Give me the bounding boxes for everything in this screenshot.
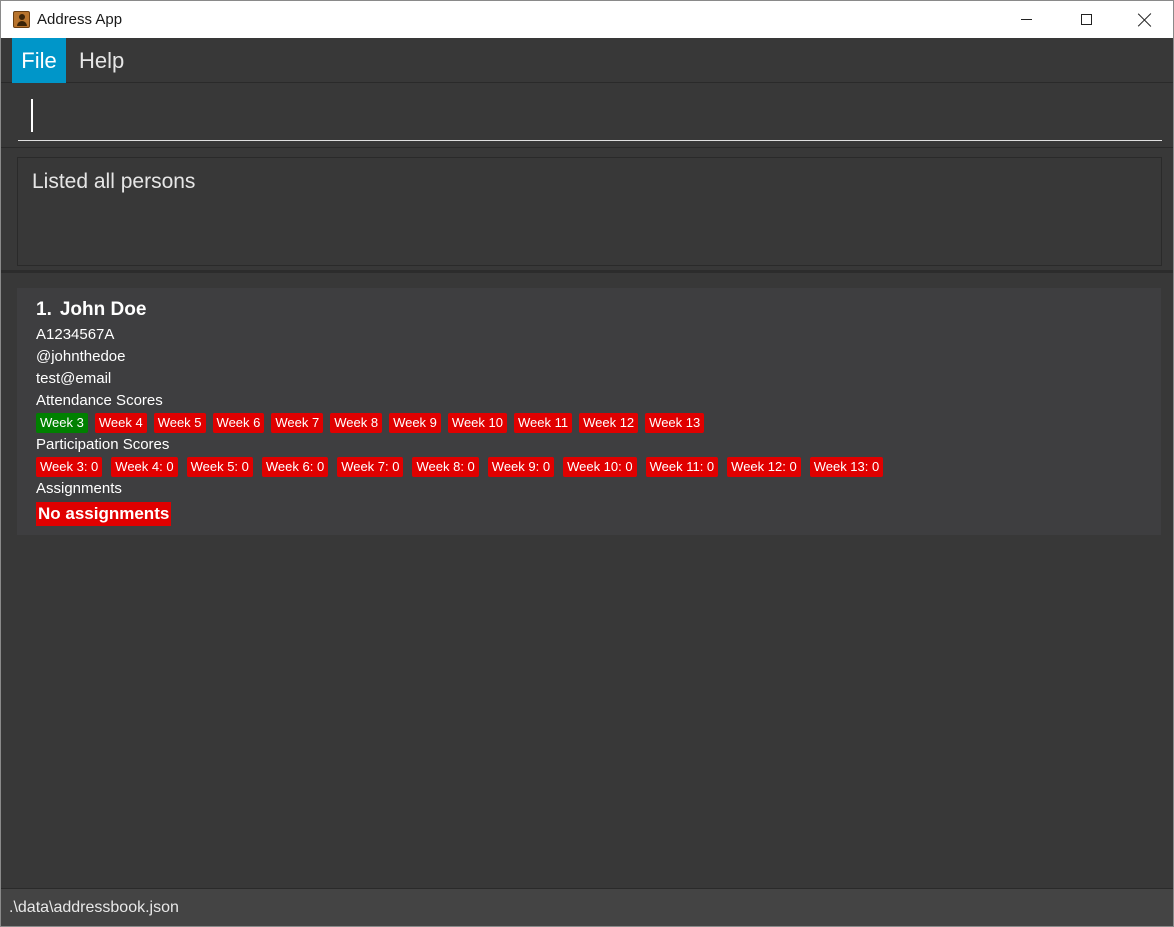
- app-window: Address App File Help Listed all persons…: [0, 0, 1174, 927]
- status-bar: .\data\addressbook.json: [1, 888, 1173, 926]
- attendance-tag: Week 12: [579, 413, 639, 433]
- person-list[interactable]: 1. John Doe A1234567A @johnthedoe test@em…: [1, 276, 1173, 888]
- result-display-panel: Listed all persons: [1, 149, 1173, 273]
- result-message: Listed all persons: [32, 170, 196, 193]
- attendance-tag: Week 10: [447, 413, 507, 433]
- result-display[interactable]: Listed all persons: [17, 157, 1162, 266]
- no-assignments-badge: No assignments: [36, 502, 172, 526]
- maximize-icon: [1080, 14, 1092, 25]
- menu-file[interactable]: File: [12, 38, 66, 83]
- participation-tag: Week 7: 0: [337, 457, 404, 477]
- participation-tag: Week 12: 0: [727, 457, 801, 477]
- assignments-label: Assignments: [36, 480, 122, 497]
- title-bar[interactable]: Address App: [1, 1, 1173, 38]
- person-name: John Doe: [59, 299, 147, 320]
- person-email: test@email: [36, 370, 112, 387]
- person-index: 1.: [36, 299, 52, 320]
- attendance-tag: Week 8: [330, 413, 383, 433]
- participation-tag: Week 10: 0: [563, 457, 637, 477]
- data-file-path: .\data\addressbook.json: [9, 899, 179, 916]
- attendance-tags: Week 3 Week 4 Week 5 Week 6 Week 7 Week …: [36, 412, 883, 434]
- command-box: [1, 84, 1173, 148]
- participation-tag: Week 13: 0: [809, 457, 884, 477]
- person-card[interactable]: 1. John Doe A1234567A @johnthedoe test@em…: [17, 288, 1161, 535]
- attendance-tag: Week 11: [513, 413, 573, 433]
- menu-bar: File Help: [1, 38, 1173, 83]
- participation-tag: Week 3: 0: [36, 457, 103, 477]
- attendance-tag: Week 7: [271, 413, 324, 433]
- maximize-button[interactable]: [1057, 1, 1115, 38]
- person-telegram: @johnthedoe: [36, 348, 126, 365]
- participation-tags: Week 3: 0 Week 4: 0 Week 5: 0 Week 6: 0 …: [36, 456, 884, 478]
- participation-tag: Week 5: 0: [186, 457, 253, 477]
- menu-help[interactable]: Help: [69, 38, 134, 83]
- person-student-id: A1234567A: [36, 326, 115, 343]
- attendance-label: Attendance Scores: [36, 392, 163, 409]
- window-title: Address App: [37, 11, 123, 28]
- close-button[interactable]: [1116, 1, 1173, 38]
- attendance-tag: Week 9: [389, 413, 441, 433]
- attendance-tag: Week 3: [36, 413, 88, 433]
- participation-label: Participation Scores: [36, 436, 170, 453]
- address-book-icon: [13, 11, 30, 28]
- attendance-tag: Week 6: [212, 413, 265, 433]
- participation-tag: Week 6: 0: [261, 457, 329, 477]
- attendance-tag: Week 4: [94, 413, 147, 433]
- text-caret: [31, 99, 33, 132]
- participation-tag: Week 9: 0: [487, 457, 555, 477]
- command-input[interactable]: [18, 94, 1162, 141]
- participation-tag: Week 8: 0: [412, 457, 479, 477]
- attendance-tag: Week 13: [645, 413, 705, 433]
- participation-tag: Week 4: 0: [111, 457, 178, 477]
- person-name-row: 1. John Doe: [36, 298, 883, 324]
- attendance-tag: Week 5: [153, 413, 206, 433]
- close-icon: [1138, 13, 1152, 27]
- minimize-icon: [1020, 19, 1032, 20]
- minimize-button[interactable]: [997, 1, 1055, 38]
- participation-tag: Week 11: 0: [645, 457, 719, 477]
